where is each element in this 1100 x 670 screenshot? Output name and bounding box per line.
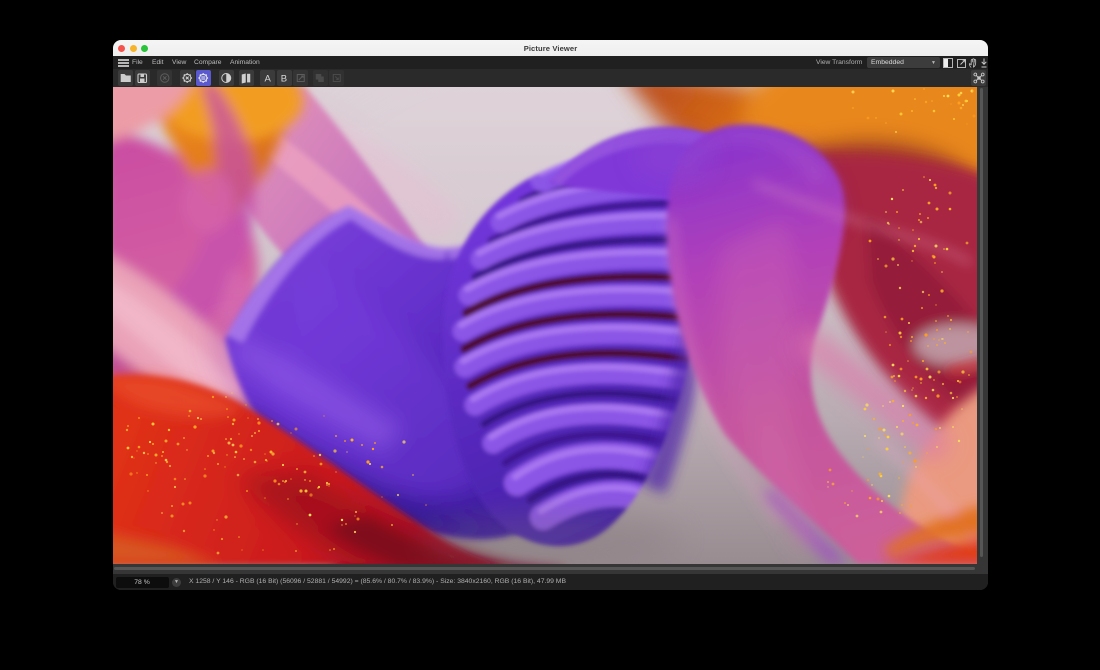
svg-text:B: B xyxy=(281,74,287,85)
svg-text:A: A xyxy=(265,74,272,85)
